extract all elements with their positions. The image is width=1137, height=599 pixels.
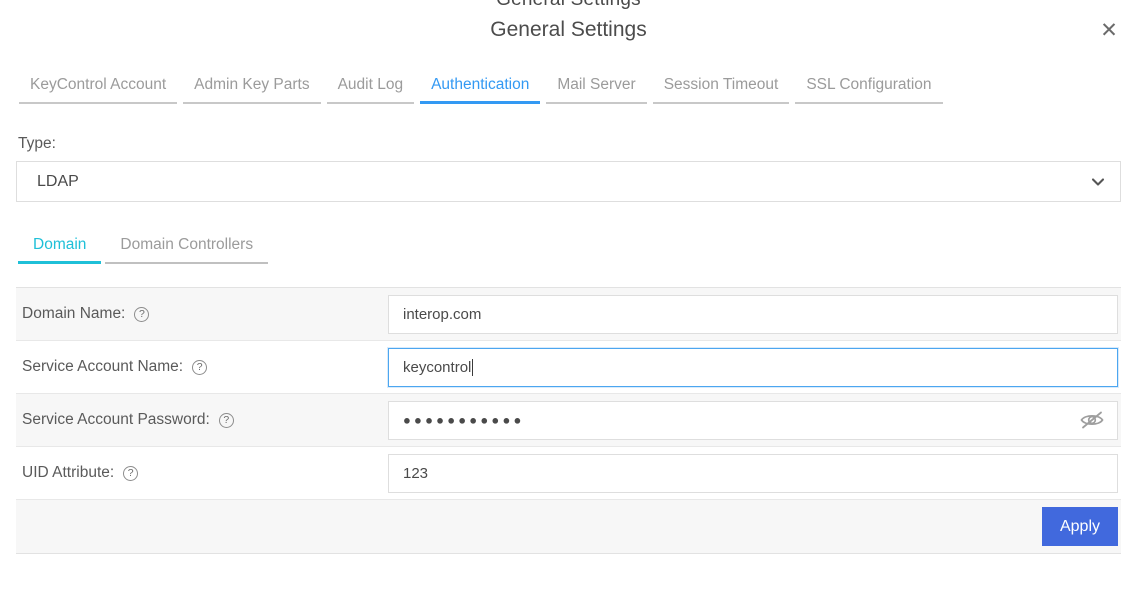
dialog-header: General Settings ✕ bbox=[0, 12, 1137, 52]
service-account-name-value: keycontrol bbox=[403, 358, 472, 376]
form-row-domain-name: Domain Name: ? bbox=[16, 288, 1121, 341]
form-row-service-account-password: Service Account Password: ? ●●●●●●●●●●● bbox=[16, 394, 1121, 447]
service-account-name-label: Service Account Name: bbox=[22, 358, 184, 375]
uid-attribute-input[interactable] bbox=[388, 453, 1118, 493]
subtab-domain[interactable]: Domain bbox=[16, 226, 103, 264]
uid-attribute-label: UID Attribute: bbox=[22, 464, 115, 481]
domain-settings-form: Domain Name: ? Service Account Name: ? k… bbox=[16, 287, 1121, 554]
tab-mail-server[interactable]: Mail Server bbox=[543, 66, 649, 104]
domain-name-input[interactable] bbox=[388, 294, 1118, 334]
tab-label: Authentication bbox=[431, 76, 530, 93]
page-title: General Settings bbox=[490, 18, 647, 41]
type-label: Type: bbox=[18, 135, 56, 152]
domain-name-label: Domain Name: bbox=[22, 305, 126, 322]
tab-label: KeyControl Account bbox=[30, 76, 167, 93]
chevron-down-icon bbox=[1076, 173, 1120, 191]
form-control-cell bbox=[388, 294, 1121, 334]
close-icon[interactable]: ✕ bbox=[1095, 16, 1123, 44]
clipped-background-title: General Settings bbox=[0, 0, 1137, 11]
ldap-sub-tab-bar: Domain Domain Controllers bbox=[16, 226, 270, 266]
question-mark-icon[interactable]: ? bbox=[218, 412, 234, 428]
type-select[interactable]: LDAP bbox=[16, 161, 1121, 202]
tab-authentication[interactable]: Authentication bbox=[417, 66, 543, 104]
tab-keycontrol-account[interactable]: KeyControl Account bbox=[16, 66, 180, 104]
service-account-password-input[interactable] bbox=[388, 400, 1118, 440]
tab-label: Audit Log bbox=[337, 76, 404, 93]
tab-label: SSL Configuration bbox=[806, 76, 932, 93]
form-label-cell: UID Attribute: ? bbox=[16, 464, 388, 482]
tab-session-timeout[interactable]: Session Timeout bbox=[650, 66, 793, 104]
apply-button[interactable]: Apply bbox=[1042, 507, 1118, 546]
question-mark-icon[interactable]: ? bbox=[134, 306, 150, 322]
type-select-value: LDAP bbox=[37, 172, 79, 190]
form-label-cell: Domain Name: ? bbox=[16, 305, 388, 323]
text-cursor bbox=[472, 358, 474, 376]
settings-tab-bar: KeyControl Account Admin Key Parts Audit… bbox=[16, 66, 1121, 106]
tab-ssl-configuration[interactable]: SSL Configuration bbox=[792, 66, 945, 104]
tab-label: Session Timeout bbox=[663, 76, 779, 93]
subtab-label: Domain bbox=[33, 236, 87, 253]
tab-admin-key-parts[interactable]: Admin Key Parts bbox=[180, 66, 323, 104]
form-control-cell: keycontrol bbox=[388, 347, 1121, 387]
form-row-service-account-name: Service Account Name: ? keycontrol bbox=[16, 341, 1121, 394]
tab-audit-log[interactable]: Audit Log bbox=[324, 66, 418, 104]
form-row-uid-attribute: UID Attribute: ? bbox=[16, 447, 1121, 500]
service-account-password-label: Service Account Password: bbox=[22, 411, 210, 428]
general-settings-dialog: General Settings General Settings ✕ KeyC… bbox=[0, 0, 1137, 599]
form-label-cell: Service Account Password: ? bbox=[16, 411, 388, 429]
question-mark-icon[interactable]: ? bbox=[192, 359, 208, 375]
subtab-domain-controllers[interactable]: Domain Controllers bbox=[103, 226, 270, 264]
tab-label: Admin Key Parts bbox=[194, 76, 310, 93]
tab-label: Mail Server bbox=[557, 76, 636, 93]
form-footer: Apply bbox=[16, 500, 1121, 554]
form-control-cell: ●●●●●●●●●●● bbox=[388, 400, 1121, 440]
service-account-name-input[interactable]: keycontrol bbox=[388, 347, 1118, 387]
form-label-cell: Service Account Name: ? bbox=[16, 358, 388, 376]
eye-slash-icon[interactable] bbox=[1079, 409, 1105, 431]
subtab-label: Domain Controllers bbox=[120, 236, 254, 253]
question-mark-icon[interactable]: ? bbox=[123, 465, 139, 481]
form-control-cell bbox=[388, 453, 1121, 493]
